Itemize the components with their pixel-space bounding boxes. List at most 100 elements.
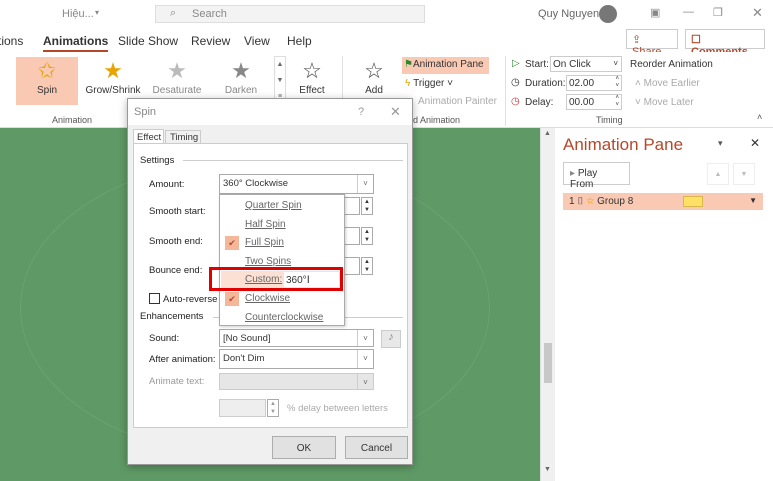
dialog-title: Spin: [134, 106, 157, 118]
smooth-start-spinner[interactable]: ▲ ▼: [361, 197, 373, 215]
tab-review[interactable]: Review: [191, 34, 230, 48]
animate-text-select[interactable]: ˅: [219, 373, 374, 390]
darken-star-icon: ★: [231, 58, 251, 83]
move-down-button[interactable]: ▼: [733, 163, 755, 185]
chevron-down-icon: ˅: [613, 59, 618, 68]
user-name: Quy Nguyen: [538, 8, 600, 20]
amount-value: 360° Clockwise: [223, 178, 289, 189]
after-animation-value: Don't Dim: [223, 353, 265, 364]
tab-animations[interactable]: Animations: [43, 34, 109, 52]
play-from-button[interactable]: ▸ Play From: [563, 162, 630, 190]
smooth-end-label: Smooth end:: [149, 236, 203, 247]
option-quarter-spin[interactable]: Quarter Spin: [245, 200, 302, 211]
effect-star-icon: ☆: [302, 58, 322, 83]
search-input[interactable]: ⌕ Search: [155, 5, 425, 23]
restore-icon[interactable]: ❐: [713, 6, 723, 19]
amount-dropdown-list: Quarter Spin Half Spin ✔ Full Spin Two S…: [219, 194, 345, 326]
scroll-up-icon[interactable]: ▲: [544, 130, 551, 137]
animation-pane-button[interactable]: ⚑Animation Pane: [402, 57, 489, 74]
gallery-label: Grow/Shrink: [85, 85, 141, 96]
scroll-down-icon[interactable]: ▼: [544, 466, 551, 473]
delay-clock-icon: ◷: [511, 96, 520, 107]
spin-dialog: Spin ? ✕ Effect Timing Settings Amount: …: [127, 98, 413, 465]
pane-title: Animation Pane: [563, 135, 684, 154]
after-animation-label: After animation:: [149, 354, 216, 365]
title-bar: Hiệu... ▾ ⌕ Search Quy Nguyen ▣ — ❐ ✕: [0, 0, 773, 28]
move-later-button[interactable]: ˅ Move Later: [635, 97, 694, 108]
smooth-start-label: Smooth start:: [149, 206, 206, 217]
duration-label: Duration:: [525, 78, 566, 89]
document-name[interactable]: Hiệu...: [62, 8, 94, 20]
close-icon[interactable]: ✕: [390, 104, 401, 120]
speaker-icon[interactable]: ♪: [381, 330, 401, 348]
delay-value: 00.00: [569, 97, 595, 108]
group-label-advanced: d Animation: [413, 115, 461, 125]
tab-transitions[interactable]: tions: [0, 34, 23, 48]
tab-slide-show[interactable]: Slide Show: [118, 34, 178, 48]
option-counterclockwise[interactable]: Counterclockwise: [245, 312, 323, 323]
close-icon[interactable]: ✕: [752, 5, 763, 21]
dialog-title-bar: Spin ? ✕: [128, 99, 412, 125]
check-icon: ✔: [225, 292, 239, 306]
collapse-ribbon-icon[interactable]: ˄: [757, 112, 762, 122]
amount-select[interactable]: 360° Clockwise ˅: [219, 174, 374, 194]
chevron-down-icon: ˅: [357, 374, 373, 389]
delay-letters-label: % delay between letters: [287, 403, 388, 414]
share-icon: ⇪: [632, 34, 642, 46]
tab-view[interactable]: View: [244, 34, 270, 48]
duration-spinner[interactable]: ˄ ˅: [615, 76, 619, 90]
duration-value: 02.00: [569, 78, 595, 89]
tab-effect[interactable]: Effect: [133, 129, 164, 144]
move-up-button[interactable]: ▲: [707, 163, 729, 185]
duration-input[interactable]: 02.00 ˄ ˅: [566, 75, 622, 91]
chevron-down-icon: ˅: [357, 175, 373, 193]
move-earlier-label: Move Earlier: [643, 78, 700, 89]
pane-close-icon[interactable]: ✕: [750, 136, 760, 150]
start-value: On Click: [553, 59, 591, 70]
enhancements-heading: Enhancements: [140, 311, 204, 322]
animation-painter-button[interactable]: Animation Painter: [418, 96, 497, 107]
auto-reverse-checkbox[interactable]: [149, 293, 160, 304]
chevron-down-icon[interactable]: ▾: [95, 8, 99, 17]
pane-options-icon[interactable]: ▾: [718, 138, 723, 149]
animation-list-item[interactable]: 1 ⌷ ✩ Group 8 ▼: [563, 193, 763, 210]
help-button[interactable]: ?: [358, 106, 364, 118]
smooth-end-spinner[interactable]: ▲ ▼: [361, 227, 373, 245]
comments-button[interactable]: ☐ Comments: [685, 29, 765, 58]
after-animation-select[interactable]: Don't Dim ˅: [219, 349, 374, 369]
option-full-spin[interactable]: Full Spin: [245, 237, 284, 248]
chevron-down-icon[interactable]: ▼: [749, 196, 757, 205]
move-earlier-button[interactable]: ˄ Move Earlier: [635, 78, 700, 89]
divider: [183, 160, 403, 161]
start-select[interactable]: On Click ˅: [550, 56, 622, 72]
option-half-spin[interactable]: Half Spin: [245, 219, 286, 230]
animate-text-label: Animate text:: [149, 376, 205, 387]
delay-letters-spinner[interactable]: ▲ ▼: [267, 399, 279, 417]
mouse-click-icon: ⌷: [577, 196, 584, 207]
delay-letters-input[interactable]: [219, 399, 266, 417]
avatar[interactable]: [599, 5, 617, 23]
tab-timing[interactable]: Timing: [165, 130, 201, 144]
scroll-thumb[interactable]: [544, 343, 552, 383]
play-icon: ▸: [570, 168, 578, 179]
trigger-button[interactable]: ϟ Trigger ˅: [405, 78, 453, 89]
ribbon-display-icon[interactable]: ▣: [650, 6, 660, 19]
ok-button[interactable]: OK: [272, 436, 336, 459]
item-number: 1: [569, 196, 575, 207]
minimize-icon[interactable]: —: [683, 6, 694, 18]
animation-pane: Animation Pane ▾ ✕ ▸ Play From ▲ ▼ 1 ⌷ ✩…: [555, 128, 773, 481]
option-clockwise[interactable]: Clockwise: [245, 293, 290, 304]
share-button[interactable]: ⇪ Share: [626, 29, 678, 58]
bounce-end-spinner[interactable]: ▲ ▼: [361, 257, 373, 275]
delay-input[interactable]: 00.00 ˄ ˅: [566, 94, 622, 110]
sound-select[interactable]: [No Sound] ˅: [219, 329, 374, 347]
option-two-spins[interactable]: Two Spins: [245, 256, 291, 267]
cancel-button[interactable]: Cancel: [345, 436, 408, 459]
tab-help[interactable]: Help: [287, 34, 312, 48]
desaturate-star-icon: ★: [167, 58, 187, 83]
vertical-scrollbar[interactable]: ▲ ▼: [540, 128, 555, 481]
search-placeholder: Search: [192, 8, 227, 20]
gallery-spin[interactable]: ✩ Spin: [16, 57, 78, 105]
sound-label: Sound:: [149, 333, 180, 344]
delay-spinner[interactable]: ˄ ˅: [615, 95, 619, 109]
